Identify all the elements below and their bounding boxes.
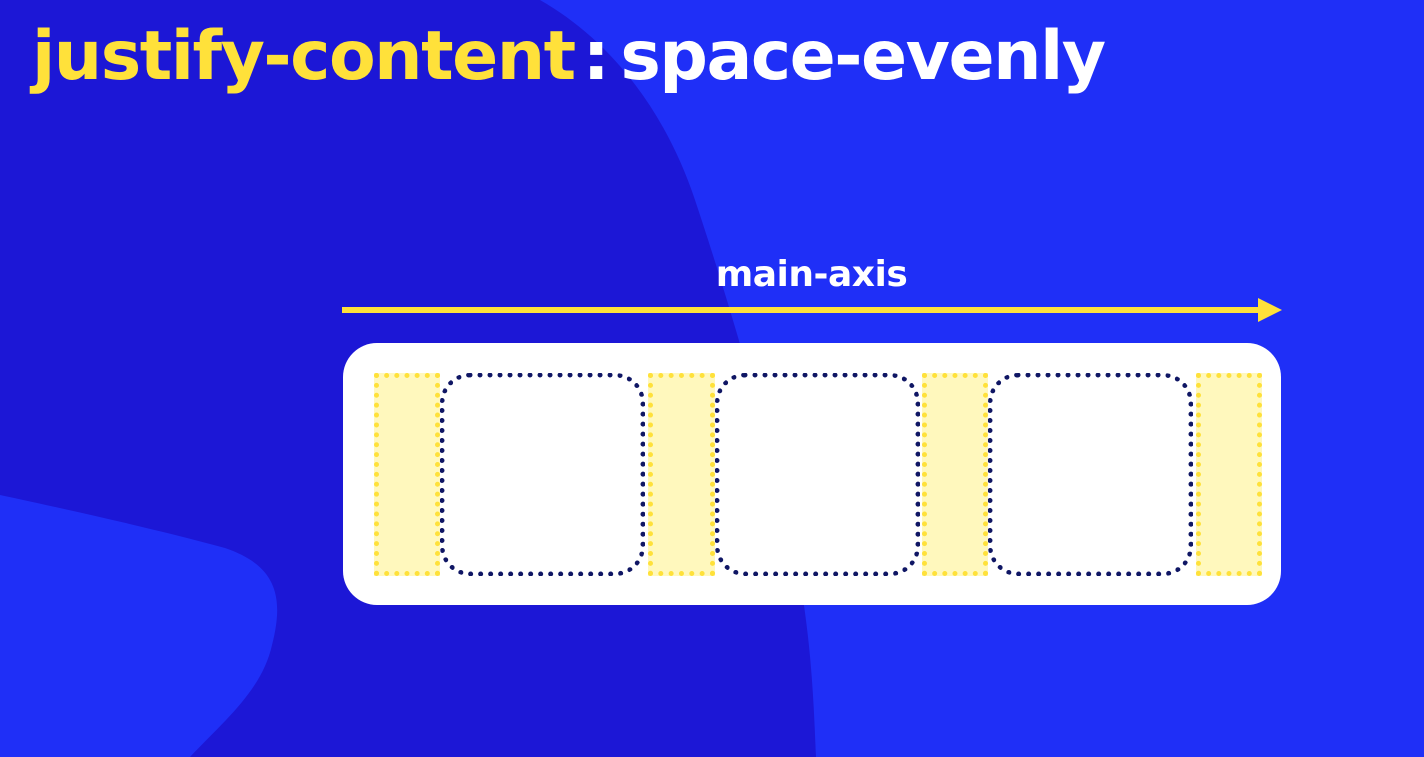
space-region: [374, 373, 440, 576]
property-name: justify-content: [32, 17, 576, 96]
flex-item: [715, 373, 920, 576]
page-title: justify-content: space-evenly: [32, 17, 1106, 96]
flex-item: [988, 373, 1193, 576]
flex-container: [343, 343, 1281, 605]
space-region: [922, 373, 988, 576]
space-region: [648, 373, 715, 576]
space-region: [1196, 373, 1262, 576]
flex-item: [440, 373, 645, 576]
property-separator: :: [582, 17, 610, 96]
property-value: space-evenly: [620, 17, 1106, 96]
arrow-head: [1258, 298, 1282, 322]
main-axis-arrow-icon: [342, 298, 1282, 322]
main-axis-label: main-axis: [715, 254, 908, 295]
